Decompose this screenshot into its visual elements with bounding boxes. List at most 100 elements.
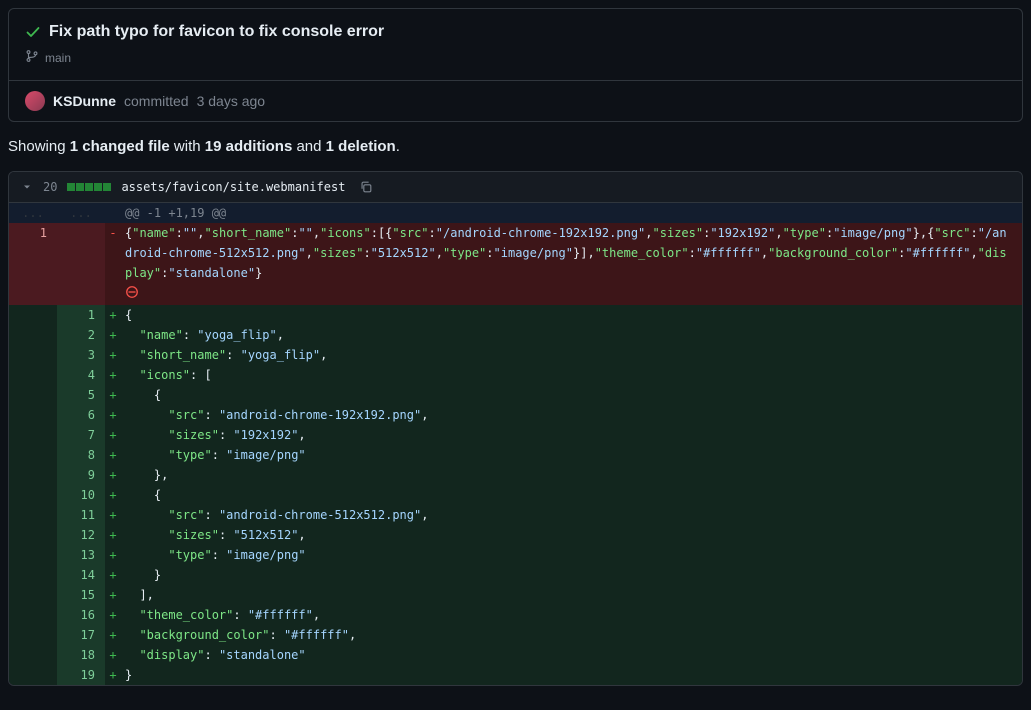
line-number-new[interactable]: 18 [57,645,105,665]
code-line: { [121,305,1022,325]
diff-marker: + [105,525,121,545]
diff-change-count: 20 [43,180,57,194]
diff-marker: + [105,305,121,325]
line-number-new [57,223,105,283]
code-line: "name": "yoga_flip", [121,325,1022,345]
line-number-new[interactable]: 5 [57,385,105,405]
diff-marker: + [105,625,121,645]
copy-icon[interactable] [359,180,373,194]
committed-verb: committed [124,93,189,109]
line-number-new[interactable]: 7 [57,425,105,445]
diff-line-deletion: 1-{"name":"","short_name":"","icons":[{"… [9,223,1022,283]
line-number-old [9,283,57,305]
code-line: {"name":"","short_name":"","icons":[{"sr… [121,223,1022,283]
diff-line-addition: 14+ } [9,565,1022,585]
diff-line-addition: 18+ "display": "standalone" [9,645,1022,665]
line-number-old [9,305,57,325]
code-line: "sizes": "192x192", [121,425,1022,445]
summary-text: and [292,138,325,155]
diff-marker: + [105,325,121,345]
hunk-header-row: ......@@ -1 +1,19 @@ [9,203,1022,223]
commit-header: Fix path typo for favicon to fix console… [8,8,1023,122]
line-number-new[interactable]: 17 [57,625,105,645]
line-number-old [9,385,57,405]
diff-line-addition: 6+ "src": "android-chrome-192x192.png", [9,405,1022,425]
chevron-down-icon[interactable] [21,181,33,193]
line-number-new[interactable]: 2 [57,325,105,345]
line-number-old [9,625,57,645]
line-number-new[interactable]: 10 [57,485,105,505]
branch-row: main [9,49,1022,80]
commit-relative-time: 3 days ago [197,93,266,109]
line-number-old[interactable]: 1 [9,223,57,283]
diff-line-addition: 3+ "short_name": "yoga_flip", [9,345,1022,365]
diff-table: ......@@ -1 +1,19 @@1-{"name":"","short_… [9,203,1022,685]
line-number-new[interactable]: 6 [57,405,105,425]
commit-title[interactable]: Fix path typo for favicon to fix console… [49,23,384,41]
commit-title-row: Fix path typo for favicon to fix console… [9,9,1022,49]
line-number-new[interactable]: 15 [57,585,105,605]
line-number-new[interactable]: 16 [57,605,105,625]
line-number-new[interactable]: 9 [57,465,105,485]
code-line: } [121,665,1022,685]
code-line: }, [121,465,1022,485]
line-number-new: ... [57,203,105,223]
summary-additions: 19 additions [205,138,293,155]
summary-deletions: 1 deletion [326,138,396,155]
line-number-old [9,585,57,605]
summary-text: with [170,138,205,155]
branch-icon [25,49,39,66]
line-number-old [9,425,57,445]
line-number-old [9,445,57,465]
line-number-new[interactable]: 13 [57,545,105,565]
no-newline-row [9,283,1022,305]
diff-line-addition: 12+ "sizes": "512x512", [9,525,1022,545]
line-number-new[interactable]: 4 [57,365,105,385]
code-line: "background_color": "#ffffff", [121,625,1022,645]
code-line: } [121,565,1022,585]
line-number-old: ... [9,203,57,223]
diff-marker: + [105,505,121,525]
diff-marker: + [105,585,121,605]
line-number-new[interactable]: 8 [57,445,105,465]
code-line: "src": "android-chrome-192x192.png", [121,405,1022,425]
line-number-new[interactable]: 12 [57,525,105,545]
avatar[interactable] [25,91,45,111]
code-line: "type": "image/png" [121,445,1022,465]
line-number-new[interactable]: 1 [57,305,105,325]
diff-line-addition: 15+ ], [9,585,1022,605]
check-icon [25,24,41,40]
diff-marker: + [105,405,121,425]
line-number-old [9,485,57,505]
diff-marker: + [105,345,121,365]
diff-marker [105,203,121,223]
diff-line-addition: 19+} [9,665,1022,685]
author-row: KSDunne committed 3 days ago [9,80,1022,121]
code-line: "icons": [ [121,365,1022,385]
file-header: 20 assets/favicon/site.webmanifest [9,172,1022,203]
line-number-new[interactable]: 3 [57,345,105,365]
diff-marker: + [105,365,121,385]
line-number-old [9,505,57,525]
diff-marker: + [105,465,121,485]
line-number-old [9,565,57,585]
diff-marker: + [105,645,121,665]
line-number-old [9,665,57,685]
line-number-new[interactable]: 11 [57,505,105,525]
code-line: "short_name": "yoga_flip", [121,345,1022,365]
no-newline-icon [121,283,1022,305]
line-number-new[interactable]: 14 [57,565,105,585]
file-path[interactable]: assets/favicon/site.webmanifest [121,180,345,194]
code-line: "src": "android-chrome-512x512.png", [121,505,1022,525]
diff-marker: + [105,485,121,505]
line-number-old [9,525,57,545]
file-diff: 20 assets/favicon/site.webmanifest .....… [8,171,1023,686]
line-number-old [9,325,57,345]
summary-files: 1 changed file [70,138,170,155]
diff-line-addition: 4+ "icons": [ [9,365,1022,385]
line-number-new[interactable]: 19 [57,665,105,685]
author-link[interactable]: KSDunne [53,93,116,109]
branch-name[interactable]: main [45,51,71,65]
diff-line-addition: 2+ "name": "yoga_flip", [9,325,1022,345]
diff-marker [105,283,121,305]
